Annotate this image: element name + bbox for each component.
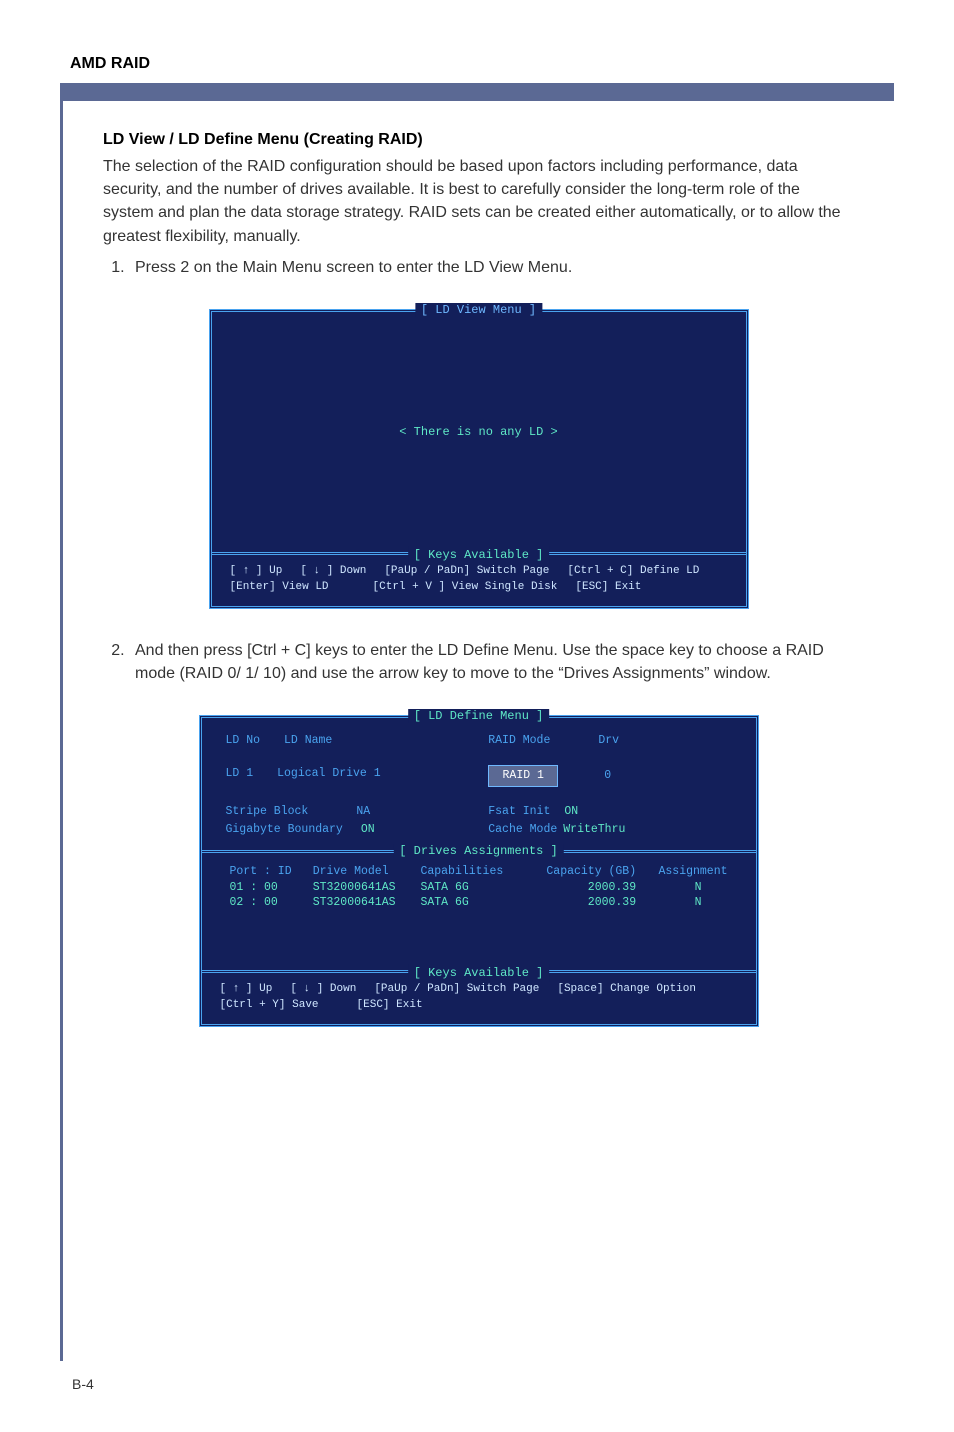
cell-assign: N [640,895,731,910]
val-ld-name: Logical Drive 1 [277,765,381,787]
lbl-stripe-block: Stripe Block [226,803,309,821]
key-change-option: [Space] Change Option [557,981,696,998]
cell-port: 02 : 00 [226,895,309,910]
cell-model: ST32000641AS [309,895,417,910]
val-ld-no: LD 1 [226,765,254,787]
key-save: [Ctrl + Y] Save [220,997,319,1014]
section-header: AMD RAID [60,55,894,73]
col-port-id: Port : ID [226,863,309,880]
key-switch-page: [PaUp / PaDn] Switch Page [384,563,549,580]
subsection-heading: LD View / LD Define Menu (Creating RAID) [103,131,854,149]
lbl-ld-name: LD Name [284,732,332,750]
cell-model: ST32000641AS [309,880,417,895]
page-number: B-4 [72,1376,94,1392]
key-exit: [ESC] Exit [357,997,423,1014]
key-define-ld: [Ctrl + C] Define LD [567,563,699,580]
cell-assign: N [640,880,731,895]
key-view-single-disk: [Ctrl + V ] View Single Disk [373,579,558,596]
bios-ld-define-screenshot: [ LD Define Menu ] LD No LD Name RAID Mo… [199,715,759,1027]
key-exit: [ESC] Exit [575,579,641,596]
raid-mode-selected: RAID 1 [488,765,558,787]
lbl-cache-mode: Cache Mode [488,821,557,839]
col-capacity: Capacity (GB) [524,863,640,880]
val-cache-mode: WriteThru [563,821,625,839]
lbl-fsat-init: Fsat Init [488,803,550,821]
cell-cap: SATA 6G [416,880,524,895]
lbl-raid-mode: RAID Mode [488,732,550,750]
cell-capacity: 2000.39 [524,895,640,910]
key-up: [ ↑ ] Up [220,981,273,998]
col-assignment: Assignment [640,863,731,880]
drives-assignments-panel: [ Drives Assignments ] Port : ID Drive M… [202,850,756,970]
drives-assignments-title: [ Drives Assignments ] [393,844,563,858]
content-area: LD View / LD Define Menu (Creating RAID)… [60,101,894,1361]
key-down: [ ↓ ] Down [300,563,366,580]
col-model: Drive Model [309,863,417,880]
header-divider-bar [60,83,894,101]
step-1-text: Press 2 on the Main Menu screen to enter… [129,256,854,279]
key-down: [ ↓ ] Down [290,981,356,998]
key-up: [ ↑ ] Up [230,563,283,580]
bios-empty-message: < There is no any LD > [399,425,557,439]
step-2-text: And then press [Ctrl + C] keys to enter … [129,639,854,685]
bios-define-keys-panel: [ Keys Available ] [ ↑ ] Up [ ↓ ] Down [… [202,970,756,1024]
val-stripe-block: NA [356,803,370,821]
val-gigabyte-boundary: ON [361,821,375,839]
cell-capacity: 2000.39 [524,880,640,895]
cell-cap: SATA 6G [416,895,524,910]
table-row: 01 : 00 ST32000641AS SATA 6G 2000.39 N [226,880,732,895]
intro-paragraph: The selection of the RAID configuration … [103,155,854,248]
bios-keys-title: [ Keys Available ] [408,546,550,564]
key-switch-page: [PaUp / PaDn] Switch Page [374,981,539,998]
drives-table: Port : ID Drive Model Capabilities Capac… [226,863,732,910]
bios-view-title: [ LD View Menu ] [415,303,542,317]
val-fsat-init: ON [564,803,578,821]
lbl-gigabyte-boundary: Gigabyte Boundary [226,821,343,839]
drv-count: 0 [604,767,611,785]
cell-port: 01 : 00 [226,880,309,895]
key-view-ld: [Enter] View LD [230,579,329,596]
lbl-drv: Drv [598,732,619,750]
col-capabilities: Capabilities [416,863,524,880]
bios-ld-view-screenshot: [ LD View Menu ] < There is no any LD > … [209,309,749,609]
bios-keys-title: [ Keys Available ] [408,964,550,982]
bios-define-title: [ LD Define Menu ] [408,709,550,723]
bios-view-keys-panel: [ Keys Available ] [ ↑ ] Up [ ↓ ] Down [… [212,552,746,606]
lbl-ld-no: LD No [226,732,261,750]
table-row: 02 : 00 ST32000641AS SATA 6G 2000.39 N [226,895,732,910]
